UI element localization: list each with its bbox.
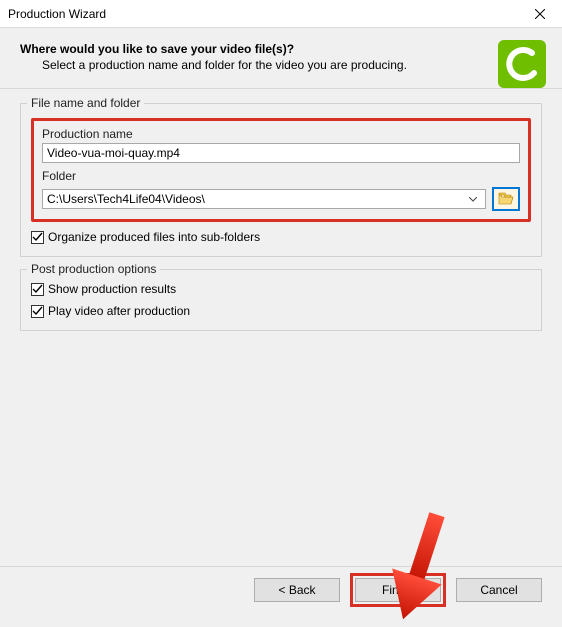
back-button[interactable]: < Back <box>254 578 340 602</box>
folder-open-icon <box>498 192 514 206</box>
organize-subfolders-checkbox[interactable]: Organize produced files into sub-folders <box>31 230 531 244</box>
wizard-heading: Where would you like to save your video … <box>20 42 542 56</box>
post-group-legend: Post production options <box>27 262 160 276</box>
checkbox-box <box>31 283 44 296</box>
file-name-folder-group: File name and folder Production name Fol… <box>20 103 542 257</box>
show-results-label: Show production results <box>48 282 176 296</box>
checkbox-box <box>31 305 44 318</box>
show-results-checkbox[interactable]: Show production results <box>31 282 531 296</box>
wizard-body: File name and folder Production name Fol… <box>0 89 562 566</box>
close-button[interactable] <box>517 0 562 28</box>
wizard-header: Where would you like to save your video … <box>0 28 562 89</box>
highlighted-fields-annotation: Production name Folder C:\Users\Tech4Lif… <box>31 118 531 222</box>
finish-button[interactable]: Finish <box>355 578 441 602</box>
wizard-subtext: Select a production name and folder for … <box>20 56 542 72</box>
post-production-group: Post production options Show production … <box>20 269 542 331</box>
window-title: Production Wizard <box>0 7 517 21</box>
checkbox-box <box>31 231 44 244</box>
production-name-input[interactable] <box>42 143 520 163</box>
chevron-down-icon <box>465 197 481 202</box>
checkmark-icon <box>32 232 43 243</box>
folder-combobox[interactable]: C:\Users\Tech4Life04\Videos\ <box>42 189 486 209</box>
title-bar: Production Wizard <box>0 0 562 28</box>
camtasia-logo-icon <box>498 40 546 88</box>
finish-button-highlight-annotation: Finish <box>350 573 446 607</box>
browse-folder-button[interactable] <box>492 187 520 211</box>
checkmark-icon <box>32 284 43 295</box>
play-after-label: Play video after production <box>48 304 190 318</box>
folder-label: Folder <box>42 169 520 183</box>
folder-value: C:\Users\Tech4Life04\Videos\ <box>47 192 465 206</box>
production-name-label: Production name <box>42 127 520 141</box>
file-group-legend: File name and folder <box>27 96 144 110</box>
organize-subfolders-label: Organize produced files into sub-folders <box>48 230 260 244</box>
wizard-footer: < Back Finish Cancel <box>0 566 562 612</box>
play-after-checkbox[interactable]: Play video after production <box>31 304 531 318</box>
cancel-button[interactable]: Cancel <box>456 578 542 602</box>
close-icon <box>535 9 545 19</box>
production-wizard-window: Production Wizard Where would you like t… <box>0 0 562 612</box>
checkmark-icon <box>32 306 43 317</box>
